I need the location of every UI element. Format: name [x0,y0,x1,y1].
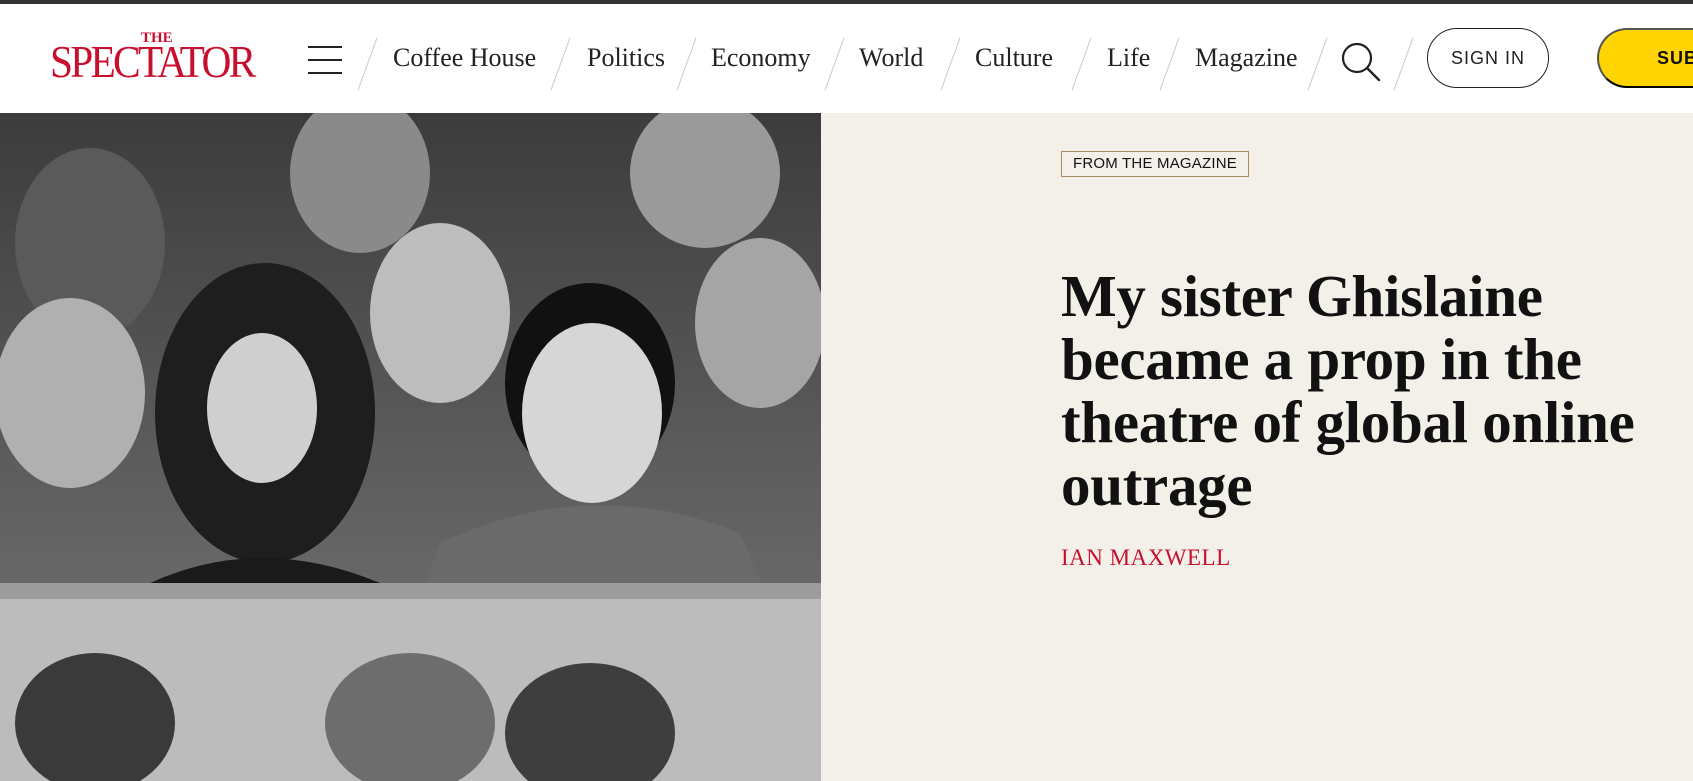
nav-divider [1307,37,1328,91]
nav-link-world[interactable]: World [859,40,923,76]
hero-photo [0,113,821,781]
sign-in-button[interactable]: SIGN IN [1427,28,1549,88]
nav-divider [357,37,378,91]
nav-link-economy[interactable]: Economy [711,40,811,76]
nav-divider [676,37,697,91]
nav-divider [824,37,845,91]
nav-link-life[interactable]: Life [1107,40,1150,76]
nav-link-coffee-house[interactable]: Coffee House [393,40,536,76]
nav-divider [550,37,571,91]
author-byline[interactable]: IAN MAXWELL [1061,545,1231,571]
nav-divider [940,37,961,91]
search-icon[interactable] [1339,40,1383,84]
subscribe-button[interactable]: SUB [1597,28,1693,88]
nav-divider [1393,37,1414,91]
article-headline[interactable]: My sister Ghislaine became a prop in the… [1061,265,1681,517]
hamburger-icon[interactable] [306,44,346,76]
article-hero: FROM THE MAGAZINE My sister Ghislaine be… [821,113,1693,781]
nav-link-magazine[interactable]: Magazine [1195,40,1298,76]
magazine-badge[interactable]: FROM THE MAGAZINE [1061,151,1249,177]
logo-word: SPECTATOR [50,37,256,87]
nav-divider [1071,37,1092,91]
nav-link-politics[interactable]: Politics [587,40,665,76]
site-header: THE SPECTATOR Coffee House Politics Econ… [0,4,1693,113]
nav-divider [1159,37,1180,91]
nav-link-culture[interactable]: Culture [975,40,1053,76]
spectator-logo[interactable]: THE SPECTATOR [50,30,256,86]
